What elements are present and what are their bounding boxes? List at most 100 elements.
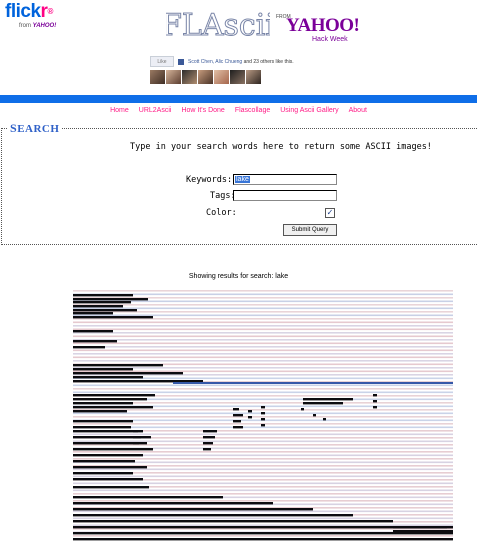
ascii-line bbox=[73, 370, 453, 373]
avatar[interactable] bbox=[150, 70, 165, 84]
ascii-line bbox=[73, 321, 453, 324]
ascii-line bbox=[73, 524, 453, 527]
ascii-dark-run bbox=[73, 364, 163, 367]
ascii-line bbox=[73, 482, 453, 485]
nav-using-ascii-gallery[interactable]: Using Ascii Gallery bbox=[280, 107, 338, 114]
ascii-line bbox=[73, 328, 453, 331]
ascii-dark-run bbox=[73, 330, 113, 333]
ascii-dark-run bbox=[73, 309, 137, 312]
yahoo-logo[interactable]: YAHOO! bbox=[286, 15, 360, 37]
ascii-line bbox=[73, 360, 453, 362]
ascii-dark-run bbox=[73, 301, 131, 304]
ascii-line bbox=[73, 440, 453, 443]
like-text: Scott Chen, Alic Chueng and 23 others li… bbox=[188, 59, 294, 65]
ascii-dark-run bbox=[373, 400, 377, 403]
ascii-line bbox=[73, 475, 453, 478]
avatar[interactable] bbox=[230, 70, 245, 84]
flickr-logo[interactable]: flickr® from YAHOO! bbox=[5, 2, 56, 30]
ascii-line bbox=[73, 489, 453, 492]
like-button[interactable]: Like bbox=[150, 56, 174, 67]
ascii-dark-run bbox=[73, 514, 353, 517]
keywords-input[interactable]: lake bbox=[233, 174, 337, 185]
ascii-line bbox=[73, 346, 453, 348]
ascii-line bbox=[73, 409, 453, 411]
ascii-dark-run bbox=[303, 402, 343, 405]
ascii-dark-run bbox=[73, 472, 133, 475]
nav-home[interactable]: Home bbox=[110, 107, 129, 114]
ascii-line bbox=[73, 304, 453, 306]
nav-about[interactable]: About bbox=[349, 107, 367, 114]
ascii-line bbox=[73, 517, 453, 520]
ascii-dark-run bbox=[73, 420, 133, 423]
ascii-line bbox=[73, 535, 453, 537]
ascii-line bbox=[73, 451, 453, 453]
ascii-dark-run bbox=[303, 398, 353, 401]
flickr-wordmark: flickr® bbox=[5, 1, 53, 22]
ascii-dark-run bbox=[373, 394, 377, 397]
nav-flascollage[interactable]: Flascollage bbox=[235, 107, 270, 114]
ascii-line bbox=[73, 493, 453, 495]
ascii-dark-run bbox=[261, 424, 265, 427]
ascii-line bbox=[73, 510, 453, 513]
ascii-dark-run bbox=[248, 410, 252, 413]
ascii-line bbox=[73, 335, 453, 338]
tags-label: Tags: bbox=[210, 191, 236, 201]
search-legend-rest: EARCH bbox=[17, 123, 60, 135]
ascii-dark-run bbox=[73, 340, 117, 343]
ascii-dark-run bbox=[233, 414, 243, 417]
ascii-line bbox=[73, 458, 453, 460]
ascii-dark-run bbox=[73, 372, 183, 375]
ascii-dark-run bbox=[73, 502, 273, 505]
nav-url2ascii[interactable]: URL2Ascii bbox=[139, 107, 172, 114]
flascii-logo-graphic: FLAscii bbox=[161, 4, 275, 44]
ascii-line bbox=[73, 349, 453, 352]
like-button-label: Like bbox=[157, 58, 167, 65]
avatar[interactable] bbox=[246, 70, 261, 84]
ascii-dark-run bbox=[73, 402, 133, 405]
ascii-dark-run bbox=[73, 508, 313, 511]
ascii-dark-run bbox=[313, 414, 316, 417]
header-bar bbox=[0, 95, 477, 103]
ascii-dark-run bbox=[233, 426, 243, 429]
keywords-value: lake bbox=[235, 176, 250, 183]
ascii-dark-run bbox=[73, 496, 223, 499]
ascii-dark-run bbox=[203, 442, 213, 445]
color-checkbox[interactable]: ✓ bbox=[325, 208, 335, 218]
flascii-logo[interactable]: FLAscii bbox=[161, 3, 275, 45]
flickr-from-yahoo: from YAHOO! bbox=[19, 22, 56, 30]
ascii-dark-run bbox=[261, 406, 265, 409]
avatar[interactable] bbox=[182, 70, 197, 84]
ascii-line bbox=[73, 332, 453, 334]
search-legend: SEARCH bbox=[8, 121, 62, 136]
flickr-wordmark-flick: flick bbox=[5, 1, 41, 22]
avatar[interactable] bbox=[214, 70, 229, 84]
ascii-dark-run bbox=[248, 416, 252, 419]
avatar[interactable] bbox=[166, 70, 181, 84]
tags-input[interactable] bbox=[233, 190, 337, 201]
ascii-dark-run bbox=[73, 368, 133, 371]
ascii-dark-run bbox=[261, 418, 265, 421]
ascii-art-result[interactable] bbox=[73, 290, 453, 541]
ascii-dark-run bbox=[133, 442, 139, 445]
ascii-dark-run bbox=[133, 436, 141, 439]
nav-how-its-done[interactable]: How It's Done bbox=[181, 107, 224, 114]
ascii-dark-run bbox=[73, 346, 105, 349]
ascii-line bbox=[73, 391, 453, 394]
flickr-from-text: from bbox=[19, 23, 31, 29]
ascii-dark-run bbox=[73, 430, 143, 433]
ascii-line bbox=[73, 353, 453, 355]
color-label: Color: bbox=[206, 208, 237, 218]
ascii-line bbox=[73, 500, 453, 502]
submit-query-label: Submit Query bbox=[291, 227, 329, 233]
facebook-icon bbox=[178, 58, 184, 65]
results-caption: Showing results for search: lake bbox=[188, 273, 289, 280]
ascii-dark-run bbox=[73, 448, 153, 451]
ascii-dark-run bbox=[261, 412, 265, 415]
ascii-dark-run bbox=[233, 408, 239, 411]
ascii-dark-run bbox=[73, 460, 135, 463]
submit-query-button[interactable]: Submit Query bbox=[283, 224, 337, 236]
ascii-dark-run bbox=[73, 398, 147, 401]
ascii-dark-run bbox=[301, 408, 304, 411]
like-names[interactable]: Scott Chen, Alic Chueng bbox=[188, 59, 242, 65]
avatar[interactable] bbox=[198, 70, 213, 84]
